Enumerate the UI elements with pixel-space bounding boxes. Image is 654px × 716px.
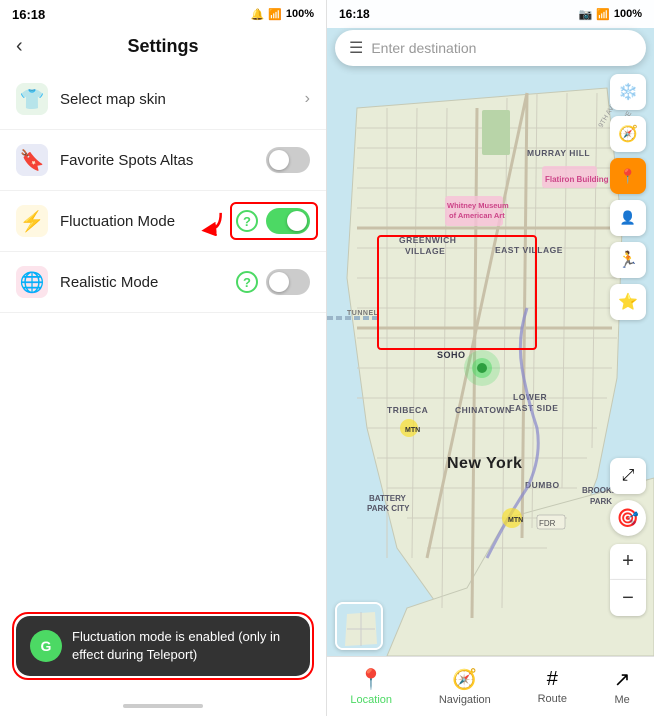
settings-panel: 16:18 🔔 📶 100% ‹ Settings 👕 Select map s… [0,0,327,716]
svg-text:EAST SIDE: EAST SIDE [509,403,558,413]
arrow-indicator [194,202,232,240]
svg-text:New York: New York [447,455,522,472]
map-skin-icon: 👕 [16,83,48,115]
page-title: Settings [16,36,310,57]
compass-button[interactable]: 🧭 [610,116,646,152]
notification-icon: 🔔 [250,8,264,21]
back-button[interactable]: ‹ [16,35,23,58]
locate-button[interactable]: 🎯 [610,500,646,536]
right-status-icons: 📷 📶 100% [578,8,642,21]
svg-text:TUNNEL: TUNNEL [347,310,379,317]
time-right: 16:18 [339,7,370,21]
svg-text:MTN: MTN [405,427,420,434]
fluctuation-mode-item[interactable]: ⚡ Fluctuation Mode ? [0,191,326,252]
svg-text:CHINATOWN: CHINATOWN [455,405,512,415]
location-nav-label: Location [350,694,392,706]
realistic-mode-icon: 🌐 [16,266,48,298]
nav-location[interactable]: 📍 Location [350,667,392,706]
map-skin-label: Select map skin [60,91,305,108]
favorite-spots-label: Favorite Spots Altas [60,152,266,169]
top-bar: ‹ Settings [0,28,326,69]
time-left: 16:18 [12,7,45,22]
battery-text: 100% [286,8,314,20]
me-nav-icon: ↗ [614,667,631,692]
status-icons-left: 🔔 📶 100% [250,8,314,21]
wifi-icon: 📶 [268,8,282,21]
svg-text:TRIBECA: TRIBECA [387,405,428,415]
toast-container: G Fluctuation mode is enabled (only in e… [12,612,314,680]
svg-text:GREENWICH: GREENWICH [399,235,456,245]
me-nav-label: Me [615,694,630,706]
realistic-mode-item[interactable]: 🌐 Realistic Mode ? [0,252,326,313]
svg-text:BATTERY: BATTERY [369,494,407,503]
map-bottom-nav: 📍 Location 🧭 Navigation # Route ↗ Me [327,656,654,716]
star-button[interactable]: ⭐ [610,284,646,320]
favorite-spots-icon: 🔖 [16,144,48,176]
status-bar-right: 16:18 📷 📶 100% [327,0,654,28]
favorite-spots-toggle[interactable] [266,147,310,173]
figure-button[interactable]: 🏃 [610,242,646,278]
navigation-nav-icon: 🧭 [452,667,477,692]
teleport-button[interactable]: 📍 [610,158,646,194]
zoom-out-button[interactable]: − [610,580,646,616]
svg-text:EAST VILLAGE: EAST VILLAGE [495,245,563,255]
favorite-spots-item[interactable]: 🔖 Favorite Spots Altas [0,130,326,191]
svg-text:PARK CITY: PARK CITY [367,504,410,513]
bottom-indicator [123,704,203,708]
realistic-mode-label: Realistic Mode [60,274,236,291]
fluctuation-help-icon[interactable]: ? [236,210,258,232]
fluctuation-toggle[interactable] [266,208,310,234]
svg-text:VILLAGE: VILLAGE [405,246,445,256]
svg-text:Whitney Museum: Whitney Museum [447,201,509,210]
nav-route[interactable]: # Route [538,668,567,705]
hamburger-button[interactable]: ☰ [349,38,363,58]
zoom-in-button[interactable]: + [610,544,646,580]
battery-right: 100% [614,8,642,21]
map-thumbnail[interactable] [335,602,383,650]
chevron-icon: › [305,90,310,108]
toast-notification: G Fluctuation mode is enabled (only in e… [16,616,310,676]
toast-message: Fluctuation mode is enabled (only in eff… [72,628,296,664]
map-search-bar[interactable]: ☰ Enter destination [335,30,646,66]
status-bar-left: 16:18 🔔 📶 100% [0,0,326,28]
search-placeholder[interactable]: Enter destination [371,40,632,56]
route-nav-label: Route [538,693,567,705]
expand-button[interactable]: ⤢ [610,458,646,494]
fluctuation-icon: ⚡ [16,205,48,237]
zoom-controls: + − [610,544,646,616]
nav-navigation[interactable]: 🧭 Navigation [439,667,491,706]
realistic-toggle[interactable] [266,269,310,295]
svg-text:SOHO: SOHO [437,350,466,360]
route-nav-icon: # [547,668,558,691]
camera-icon: 📷 [578,8,592,21]
navigation-nav-label: Navigation [439,694,491,706]
map-panel: 16:18 📷 📶 100% ☰ Enter destination [327,0,654,716]
wifi-icon-right: 📶 [596,8,610,21]
person-controls: 👤 [610,200,646,236]
svg-text:of American Art: of American Art [449,211,505,220]
snowflake-button[interactable]: ❄️ [610,74,646,110]
map-skin-item[interactable]: 👕 Select map skin › [0,69,326,130]
location-nav-icon: 📍 [359,667,384,692]
svg-text:PARK: PARK [590,497,612,506]
svg-text:MURRAY HILL: MURRAY HILL [527,148,590,158]
nav-me[interactable]: ↗ Me [614,667,631,706]
person-top-btn[interactable]: 👤 [610,200,646,236]
realistic-help-icon[interactable]: ? [236,271,258,293]
map-svg: Flatiron Building Whitney Museum of Amer… [327,28,654,656]
svg-text:FDR: FDR [539,519,556,528]
map-top-right-controls: ❄️ 🧭 📍 👤 🏃 ⭐ [610,74,646,320]
svg-text:Flatiron Building: Flatiron Building [545,175,609,184]
toast-app-icon: G [30,630,62,662]
svg-text:MTN: MTN [508,517,523,524]
